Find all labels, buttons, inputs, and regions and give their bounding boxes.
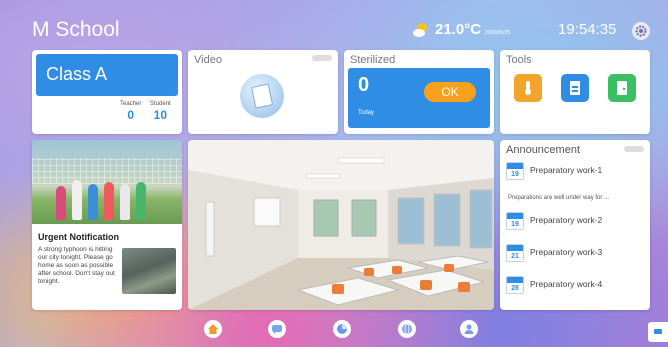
announcement-label: Preparatory work-3: [530, 247, 603, 257]
tools-card: Tools: [500, 50, 650, 134]
globe-icon[interactable]: [398, 320, 416, 338]
sterilized-panel: 0 Today OK: [348, 68, 490, 128]
announcement-title: Announcement: [506, 144, 580, 156]
door-icon[interactable]: [608, 74, 636, 102]
chart-icon[interactable]: [333, 320, 351, 338]
student-count: 10: [153, 108, 168, 122]
calendar-icon: 19: [506, 212, 524, 230]
video-title: Video: [194, 54, 222, 66]
announcement-preview: Preparations are well under way for ...: [508, 195, 610, 201]
sun-cloud-icon: [412, 22, 430, 38]
video-document-icon[interactable]: [240, 74, 284, 118]
document-scan-icon[interactable]: [561, 74, 589, 102]
ok-button[interactable]: OK: [424, 82, 476, 102]
class-banner: Class A: [36, 54, 178, 96]
student-label: Student: [150, 101, 171, 107]
announcement-toggle[interactable]: [624, 146, 644, 152]
notification-image: [122, 248, 176, 294]
notification-text: A strong typhoon is hitting our city ton…: [38, 246, 115, 285]
video-toggle[interactable]: [312, 55, 332, 61]
notification-card[interactable]: Urgent Notification A strong typhoon is …: [32, 140, 182, 310]
student-stat: Student 10: [150, 101, 171, 122]
notification-photo: [32, 140, 182, 224]
today-label: Today: [358, 110, 375, 116]
announcement-label: Preparatory work-1: [530, 165, 603, 175]
gear-icon[interactable]: [632, 22, 650, 40]
announcement-label: Preparatory work-2: [530, 215, 603, 225]
teacher-label: Teacher: [120, 101, 142, 107]
class-card[interactable]: Class A Teacher 0 Student 10: [32, 50, 182, 134]
clock: 19:54:35: [558, 21, 617, 38]
notification-title: Urgent Notification: [38, 232, 119, 242]
announcement-card: Announcement 19 Preparatory work-1 Prepa…: [500, 140, 650, 310]
temperature: 21.0°C: [435, 21, 482, 38]
sterilized-count: 0: [358, 74, 370, 96]
announcement-label: Preparatory work-4: [530, 279, 603, 289]
classroom-photo: [188, 140, 494, 310]
date-label: 2020/05/25: [485, 30, 511, 36]
video-card[interactable]: Video: [188, 50, 338, 134]
chat-icon[interactable]: [268, 320, 286, 338]
sterilized-title: Sterilized: [350, 54, 396, 66]
sterilized-card: Sterilized 0 Today OK: [344, 50, 494, 134]
thermometer-icon[interactable]: [514, 74, 542, 102]
user-icon[interactable]: [460, 320, 478, 338]
tools-title: Tools: [506, 54, 532, 66]
class-name: Class A: [46, 64, 108, 84]
side-panel-tab[interactable]: [648, 322, 668, 342]
calendar-icon: 28: [506, 276, 524, 294]
app-title: M School: [32, 18, 120, 41]
announcement-item[interactable]: 19 Preparatory work-2: [506, 212, 646, 232]
teacher-stat: Teacher 0: [120, 101, 141, 122]
weather-widget: 21.0°C 2020/05/25: [412, 21, 510, 38]
calendar-icon: 21: [506, 244, 524, 262]
announcement-item[interactable]: 21 Preparatory work-3: [506, 244, 646, 264]
home-icon[interactable]: [204, 320, 222, 338]
calendar-icon: 19: [506, 162, 524, 180]
announcement-item[interactable]: 28 Preparatory work-4: [506, 276, 646, 296]
teacher-count: 0: [127, 108, 135, 122]
announcement-item[interactable]: 19 Preparatory work-1: [506, 162, 646, 182]
